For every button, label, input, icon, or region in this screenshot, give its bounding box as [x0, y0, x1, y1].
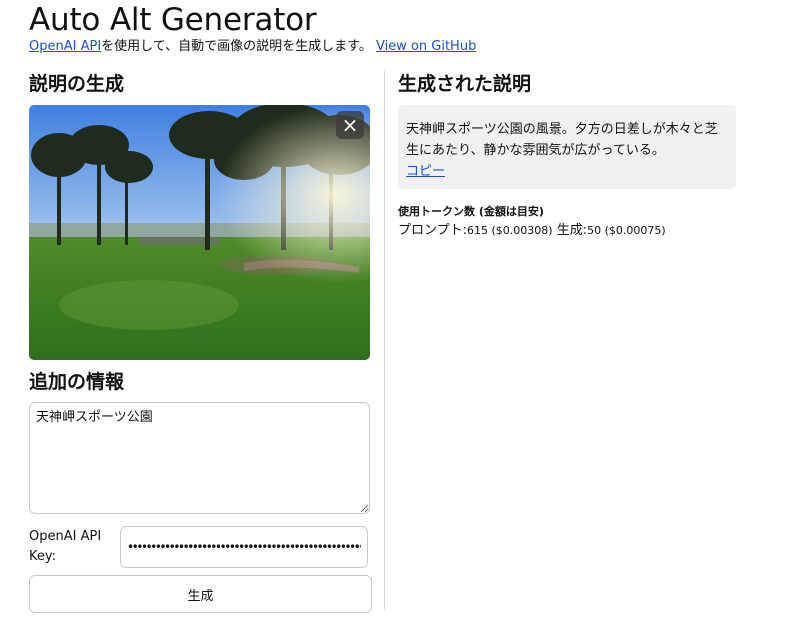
generate-heading: 説明の生成: [29, 73, 125, 95]
extra-info-textarea[interactable]: 天神岬スポーツ公園: [29, 402, 370, 514]
result-heading: 生成された説明: [398, 73, 532, 95]
column-divider: [384, 70, 385, 610]
api-key-input[interactable]: [120, 526, 368, 568]
generate-panel: 説明の生成 × 追加の情報 天神岬スポーツ公園 OpenAI API Key: …: [29, 70, 372, 613]
remove-image-button[interactable]: ×: [336, 111, 364, 139]
page-subtitle: OpenAI APIを使用して、自動で画像の説明を生成します。 View on …: [29, 38, 476, 56]
park-photo: [29, 105, 370, 360]
prompt-tokens-label: プロンプト:: [398, 223, 467, 238]
generate-button[interactable]: 生成: [29, 575, 372, 613]
tokens-heading: 使用トークン数 (金額は目安): [398, 205, 544, 218]
page-title: Auto Alt Generator: [29, 2, 317, 38]
github-link[interactable]: View on GitHub: [376, 39, 476, 54]
prompt-tokens-value: 615 ($0.00308): [467, 224, 553, 237]
copy-link[interactable]: コピー: [406, 164, 445, 179]
tokens-usage: プロンプト:615 ($0.00308) 生成:50 ($0.00075): [398, 222, 666, 240]
openai-api-link[interactable]: OpenAI API: [29, 39, 101, 54]
extra-info-heading: 追加の情報: [29, 371, 125, 393]
close-icon: ×: [341, 113, 359, 137]
result-panel: 生成された説明 天神岬スポーツ公園の風景。夕方の日差しが木々と芝生にあたり、静か…: [398, 70, 740, 238]
result-box: 天神岬スポーツ公園の風景。夕方の日差しが木々と芝生にあたり、静かな雰囲気が広がっ…: [398, 105, 736, 189]
uploaded-image: ×: [29, 105, 370, 360]
gen-tokens-label: 生成:: [556, 223, 588, 238]
subtitle-text: を使用して、自動で画像の説明を生成します。: [101, 39, 372, 54]
gen-tokens-value: 50 ($0.00075): [587, 224, 666, 237]
result-text: 天神岬スポーツ公園の風景。夕方の日差しが木々と芝生にあたり、静かな雰囲気が広がっ…: [406, 122, 718, 158]
api-key-label: OpenAI API Key:: [29, 529, 102, 564]
